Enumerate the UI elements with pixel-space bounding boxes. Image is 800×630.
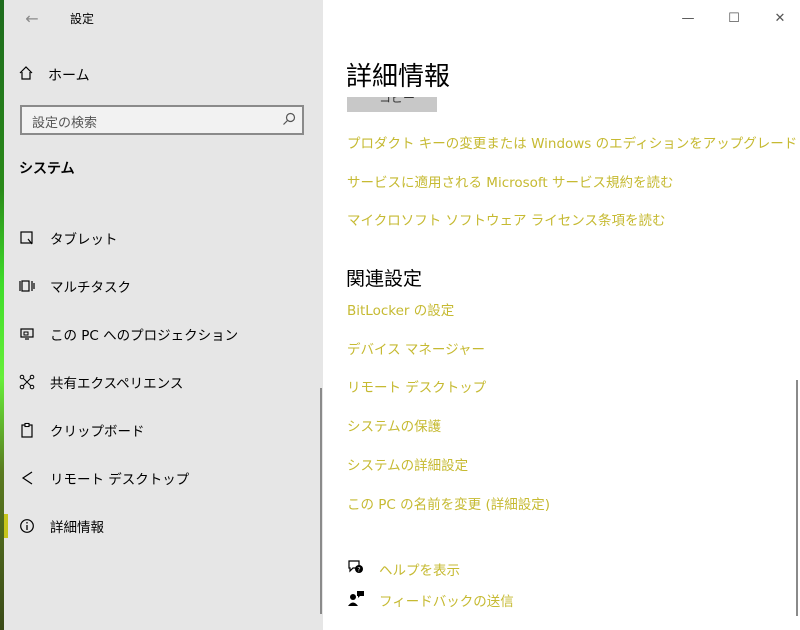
projection-icon xyxy=(17,326,37,342)
sidebar-item-label: マルチタスク xyxy=(50,280,131,296)
search-icon xyxy=(282,112,296,130)
search-placeholder: 設定の検索 xyxy=(32,116,98,131)
feedback-icon xyxy=(347,589,365,611)
clipboard-icon xyxy=(17,422,37,438)
sidebar-scrollbar[interactable] xyxy=(320,388,322,614)
copy-button[interactable]: コピー xyxy=(347,97,437,112)
sidebar-item-label: クリップボード xyxy=(50,424,145,440)
sidebar-item-label: 詳細情報 xyxy=(50,520,104,536)
sidebar-item-remote-desktop[interactable]: リモート デスクトップ xyxy=(4,454,323,502)
sidebar-item-label: この PC へのプロジェクション xyxy=(50,328,239,344)
multitask-icon xyxy=(17,278,37,294)
home-nav-item[interactable]: ホーム xyxy=(18,62,90,88)
section-title: システム xyxy=(19,161,75,177)
get-help-link[interactable]: ? ヘルプを表示 xyxy=(347,558,460,580)
copy-button-label: コピー xyxy=(379,97,416,105)
help-label: ヘルプを表示 xyxy=(379,563,460,579)
shared-experience-icon xyxy=(17,374,37,390)
tablet-icon xyxy=(17,230,37,246)
window-title: 設定 xyxy=(70,12,95,26)
sidebar-item-label: リモート デスクトップ xyxy=(50,472,190,488)
maximize-button[interactable]: ☐ xyxy=(711,4,757,32)
maximize-icon: ☐ xyxy=(728,10,740,26)
home-icon xyxy=(18,65,34,85)
system-protection-link[interactable]: システムの保護 xyxy=(347,415,441,435)
sidebar-item-shared-experience[interactable]: 共有エクスペリエンス xyxy=(4,358,323,406)
upgrade-edition-link[interactable]: プロダクト キーの変更または Windows のエディションをアップグレード xyxy=(347,132,797,152)
minimize-icon: — xyxy=(681,10,695,26)
close-button[interactable]: ✕ xyxy=(757,4,800,32)
sidebar: ← 設定 ホーム 設定の検索 システム タブレット マルチタスク この PC へ… xyxy=(4,0,323,630)
sidebar-item-label: 共有エクスペリエンス xyxy=(50,376,184,392)
service-agreement-link[interactable]: サービスに適用される Microsoft サービス規約を読む xyxy=(347,171,674,191)
remote-desktop-link[interactable]: リモート デスクトップ xyxy=(347,376,486,396)
sidebar-item-projection[interactable]: この PC へのプロジェクション xyxy=(4,310,323,358)
svg-text:?: ? xyxy=(357,567,360,574)
minimize-button[interactable]: — xyxy=(665,4,711,32)
search-input[interactable]: 設定の検索 xyxy=(20,105,304,135)
sidebar-item-about[interactable]: 詳細情報 xyxy=(4,502,323,550)
close-icon: ✕ xyxy=(774,10,786,26)
page-title: 詳細情報 xyxy=(346,62,451,92)
rename-pc-link[interactable]: この PC の名前を変更 (詳細設定) xyxy=(347,493,550,513)
related-settings-heading: 関連設定 xyxy=(346,268,423,290)
sidebar-nav: タブレット マルチタスク この PC へのプロジェクション 共有エクスペリエンス… xyxy=(4,214,323,550)
feedback-label: フィードバックの送信 xyxy=(379,594,514,610)
advanced-system-settings-link[interactable]: システムの詳細設定 xyxy=(347,454,468,474)
back-button[interactable]: ← xyxy=(18,4,46,32)
device-manager-link[interactable]: デバイス マネージャー xyxy=(347,338,485,358)
license-terms-link[interactable]: マイクロソフト ソフトウェア ライセンス条項を読む xyxy=(347,209,666,229)
sidebar-item-clipboard[interactable]: クリップボード xyxy=(4,406,323,454)
send-feedback-link[interactable]: フィードバックの送信 xyxy=(347,589,514,611)
sidebar-item-tablet[interactable]: タブレット xyxy=(4,214,323,262)
sidebar-item-multitask[interactable]: マルチタスク xyxy=(4,262,323,310)
sidebar-item-label: タブレット xyxy=(50,232,118,248)
info-icon xyxy=(17,518,37,534)
main-scrollbar[interactable] xyxy=(796,380,798,616)
help-chat-icon: ? xyxy=(347,559,365,579)
remote-desktop-icon xyxy=(17,470,37,486)
back-arrow-icon: ← xyxy=(25,8,39,28)
bitlocker-settings-link[interactable]: BitLocker の設定 xyxy=(347,299,454,319)
home-label: ホーム xyxy=(48,68,90,84)
